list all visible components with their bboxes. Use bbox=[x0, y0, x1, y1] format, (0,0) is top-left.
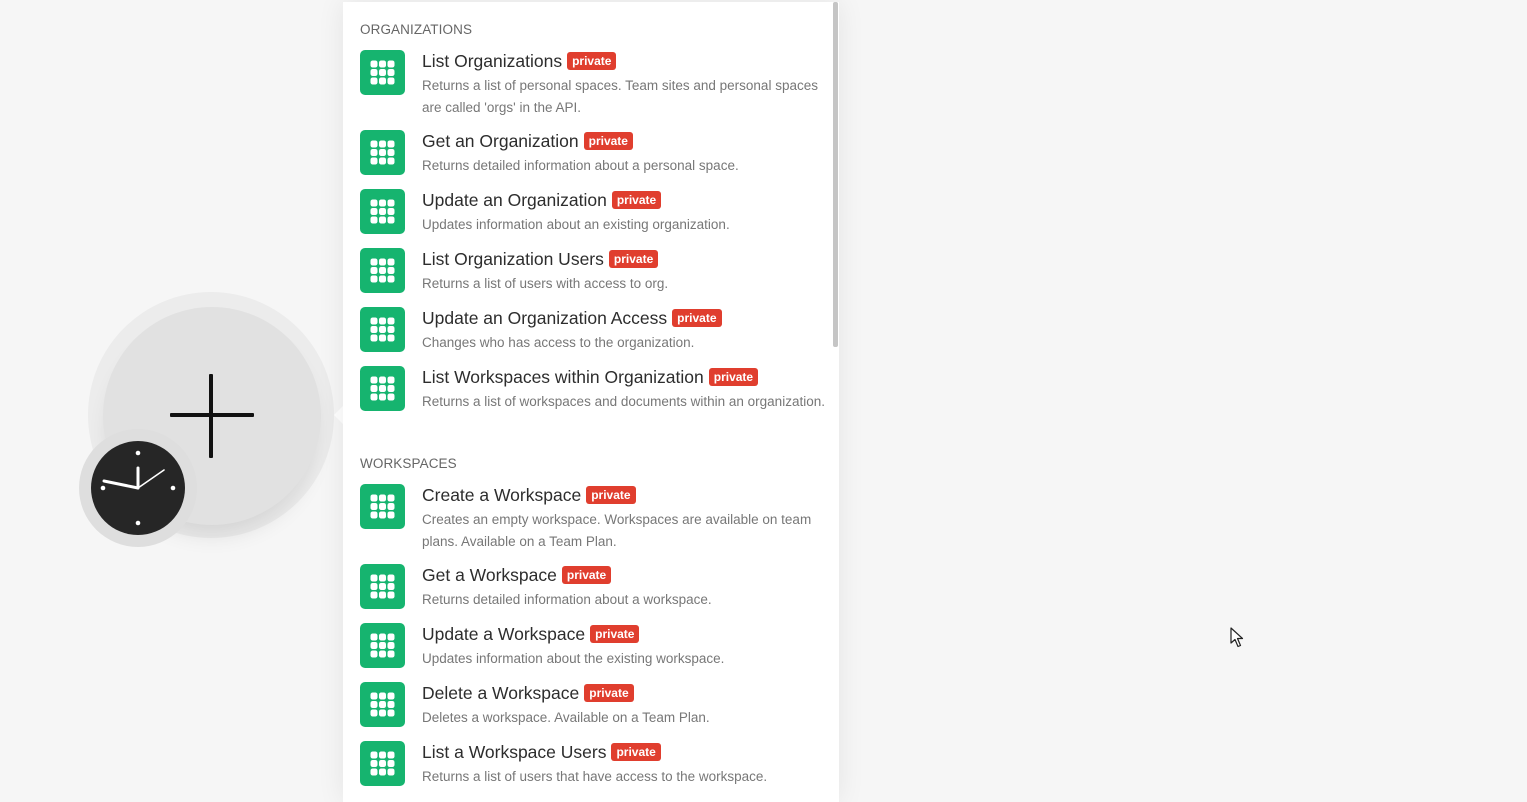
grist-grid-icon bbox=[360, 741, 405, 786]
item-description: Returns a list of users with access to o… bbox=[422, 276, 669, 291]
module-action-list[interactable]: ORGANIZATIONS List Organizations private … bbox=[343, 2, 839, 802]
private-badge: private bbox=[708, 368, 759, 386]
item-description: Changes who has access to the organizati… bbox=[422, 335, 695, 350]
cursor-icon bbox=[1230, 627, 1246, 649]
private-badge: private bbox=[584, 684, 634, 702]
list-scrollbar[interactable] bbox=[833, 2, 838, 347]
item-description: Returns detailed information about a wor… bbox=[422, 592, 712, 607]
item-description: Creates an empty workspace. Workspaces a… bbox=[422, 512, 812, 549]
section-title-organizations: ORGANIZATIONS bbox=[360, 22, 473, 37]
private-badge: private bbox=[567, 52, 617, 70]
grist-grid-icon bbox=[360, 130, 405, 175]
item-title: List Organizations private bbox=[422, 50, 617, 72]
grist-grid-icon bbox=[360, 484, 405, 529]
item-title: List Organization Users private bbox=[422, 248, 659, 270]
private-badge: private bbox=[608, 250, 659, 268]
grist-grid-icon bbox=[360, 307, 405, 352]
item-title: Get a Workspace private bbox=[422, 564, 612, 586]
grist-grid-icon bbox=[360, 189, 405, 234]
grist-grid-icon bbox=[360, 366, 405, 411]
private-badge: private bbox=[672, 309, 722, 327]
grist-grid-icon bbox=[360, 564, 405, 609]
grist-grid-icon bbox=[360, 248, 405, 293]
item-title: Update an Organization Access private bbox=[422, 307, 722, 329]
private-badge: private bbox=[611, 191, 662, 209]
grist-grid-icon bbox=[360, 623, 405, 668]
private-badge: private bbox=[611, 743, 661, 761]
item-title: Update an Organization private bbox=[422, 189, 662, 211]
item-description: Returns a list of users that have access… bbox=[422, 769, 768, 784]
item-title: List Workspaces within Organization priva… bbox=[422, 366, 759, 388]
item-description: Updates information about the existing w… bbox=[422, 651, 725, 666]
private-badge: private bbox=[583, 132, 633, 150]
private-badge: private bbox=[590, 625, 640, 643]
item-description: Updates information about an existing or… bbox=[422, 217, 730, 232]
item-title: List a Workspace Users private bbox=[422, 741, 661, 763]
grist-grid-icon bbox=[360, 682, 405, 727]
item-description: Returns a list of personal spaces. Team … bbox=[422, 78, 818, 115]
clock-icon[interactable] bbox=[90, 440, 186, 536]
private-badge: private bbox=[586, 486, 636, 504]
item-title: Update a Workspace private bbox=[422, 623, 640, 645]
item-description: Returns detailed information about a per… bbox=[422, 158, 739, 173]
grist-grid-icon bbox=[360, 50, 405, 95]
item-description: Returns a list of workspaces and documen… bbox=[422, 394, 825, 409]
item-title: Get an Organization private bbox=[422, 130, 633, 152]
private-badge: private bbox=[561, 566, 612, 584]
item-title: Delete a Workspace private bbox=[422, 682, 634, 704]
item-description: Deletes a workspace. Available on a Team… bbox=[422, 710, 710, 725]
section-title-workspaces: WORKSPACES bbox=[360, 456, 457, 471]
item-title: Create a Workspace private bbox=[422, 484, 636, 506]
